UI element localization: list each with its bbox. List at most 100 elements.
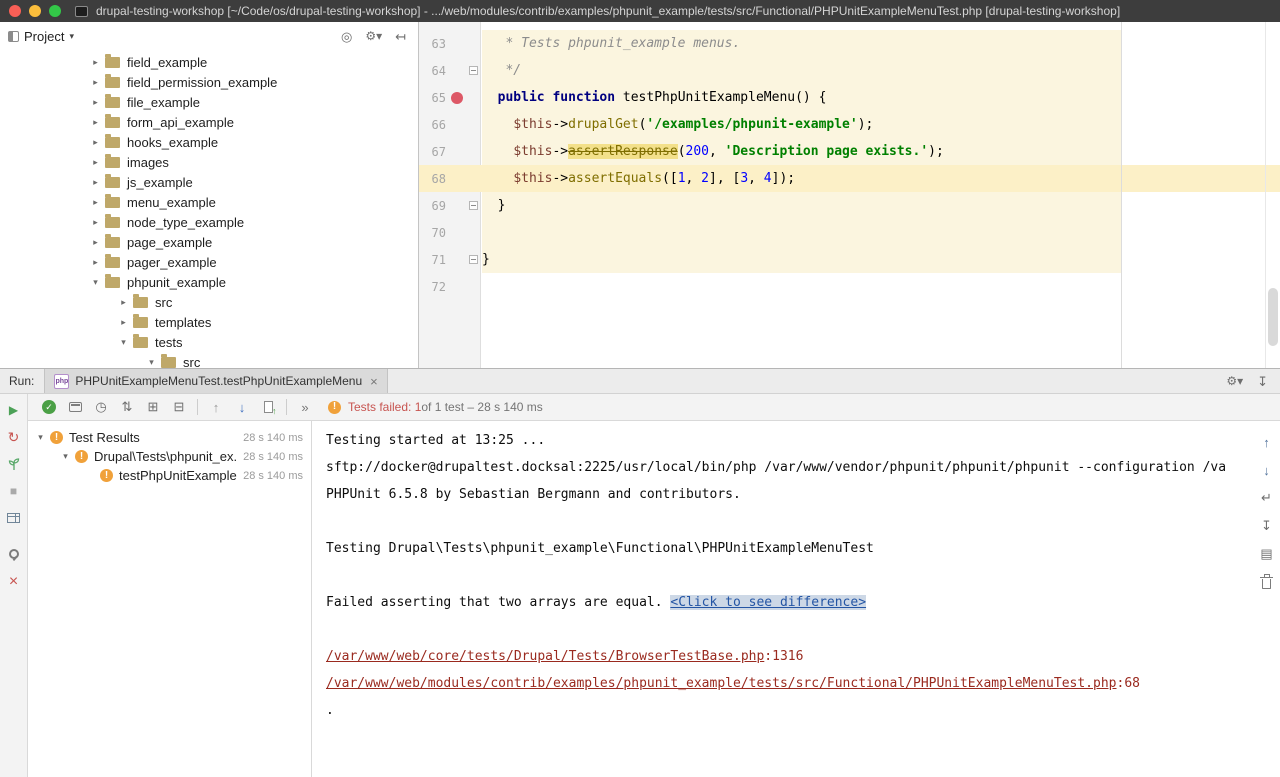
fold-marker-icon[interactable] xyxy=(469,66,478,75)
project-tree-item[interactable]: ▾tests xyxy=(0,332,418,352)
chevron-down-icon[interactable]: ▾ xyxy=(144,357,159,368)
chevron-right-icon[interactable]: ▸ xyxy=(88,257,103,268)
locate-file-icon[interactable]: ◎ xyxy=(341,30,352,43)
test-tree-item[interactable]: ▾Test Results28 s 140 ms xyxy=(28,428,311,447)
clear-all-icon[interactable] xyxy=(1257,573,1277,591)
chevron-right-icon[interactable]: ▸ xyxy=(88,217,103,228)
expand-all-icon[interactable]: ⊞ xyxy=(140,397,166,417)
chevron-right-icon[interactable]: ▸ xyxy=(116,297,131,308)
auto-test-icon[interactable] xyxy=(3,453,25,475)
project-tree-item[interactable]: ▸field_permission_example xyxy=(0,72,418,92)
console-output[interactable]: Testing started at 13:25 ...sftp://docke… xyxy=(312,421,1253,777)
chevron-right-icon[interactable]: ▸ xyxy=(88,77,103,88)
close-window-button[interactable] xyxy=(9,5,21,17)
php-file-icon: php xyxy=(54,374,69,389)
project-panel-title[interactable]: Project xyxy=(24,29,64,44)
scrollbar-thumb[interactable] xyxy=(1268,288,1278,346)
editor-line[interactable]: 68 $this->assertEquals([1, 2], [3, 4]); xyxy=(419,165,1280,192)
editor-line[interactable]: 69 } xyxy=(419,192,1280,219)
gutter-test-marker-icon[interactable] xyxy=(451,92,463,104)
project-item-label: pager_example xyxy=(127,255,217,270)
hide-panel-icon[interactable]: ↤ xyxy=(395,30,406,43)
editor-line[interactable]: 64 */ xyxy=(419,57,1280,84)
export-results-icon[interactable] xyxy=(255,397,281,417)
chevron-down-icon[interactable]: ▾ xyxy=(88,277,103,288)
overflow-icon[interactable]: » xyxy=(292,397,318,417)
editor-line[interactable]: 66 $this->drupalGet('/examples/phpunit-e… xyxy=(419,111,1280,138)
console-link[interactable]: <Click to see difference> xyxy=(670,595,866,610)
chevron-down-icon[interactable]: ▾ xyxy=(116,337,131,348)
chevron-down-icon[interactable]: ▾ xyxy=(69,31,74,42)
close-tab-icon[interactable]: × xyxy=(370,374,378,389)
chevron-right-icon[interactable]: ▸ xyxy=(88,157,103,168)
settings-gear-icon[interactable]: ⚙▾ xyxy=(365,30,382,42)
line-number: 65 xyxy=(424,91,446,105)
test-tree-item[interactable]: testPhpUnitExampleM28 s 140 ms xyxy=(28,466,311,485)
console-link[interactable]: /var/www/web/core/tests/Drupal/Tests/Bro… xyxy=(326,649,764,664)
editor-line[interactable]: 70 xyxy=(419,219,1280,246)
prev-occurrence-icon[interactable]: ↑ xyxy=(203,397,229,417)
pin-icon[interactable] xyxy=(3,544,25,566)
project-tree-item[interactable]: ▸menu_example xyxy=(0,192,418,212)
up-stack-icon[interactable]: ↑ xyxy=(1257,433,1277,451)
show-passed-icon[interactable]: ✓ xyxy=(36,397,62,417)
collapse-all-icon[interactable]: ⊟ xyxy=(166,397,192,417)
fold-marker-icon[interactable] xyxy=(469,255,478,264)
project-tree-item[interactable]: ▸js_example xyxy=(0,172,418,192)
project-tree-item[interactable]: ▸form_api_example xyxy=(0,112,418,132)
chevron-right-icon[interactable]: ▸ xyxy=(88,177,103,188)
settings-gear-icon[interactable]: ⚙▾ xyxy=(1226,375,1243,387)
console-icon[interactable] xyxy=(62,397,88,417)
project-tree-item[interactable]: ▸src xyxy=(0,292,418,312)
scroll-end-icon[interactable]: ↧ xyxy=(1257,517,1277,535)
soft-wrap-icon[interactable]: ↵ xyxy=(1257,489,1277,507)
minimize-window-button[interactable] xyxy=(29,5,41,17)
zoom-window-button[interactable] xyxy=(49,5,61,17)
project-tree-item[interactable]: ▸file_example xyxy=(0,92,418,112)
console-line: /var/www/web/modules/contrib/examples/ph… xyxy=(326,670,1253,697)
console-link[interactable]: /var/www/web/modules/contrib/examples/ph… xyxy=(326,676,1117,691)
project-tree-item[interactable]: ▸templates xyxy=(0,312,418,332)
editor-line[interactable]: 63 * Tests phpunit_example menus. xyxy=(419,30,1280,57)
hide-bottom-icon[interactable]: ↧ xyxy=(1257,375,1268,388)
project-tree-item[interactable]: ▸ pager_example xyxy=(0,252,418,272)
test-name: Test Results xyxy=(69,430,140,445)
sort-by-duration-icon[interactable]: ◷ xyxy=(88,397,114,417)
editor-line[interactable]: 71} xyxy=(419,246,1280,273)
chevron-down-icon[interactable]: ▾ xyxy=(59,451,72,462)
print-icon[interactable]: ▤ xyxy=(1257,545,1277,563)
editor-line[interactable]: 67 $this->assertResponse(200, 'Descripti… xyxy=(419,138,1280,165)
test-tree-item[interactable]: ▾Drupal\Tests\phpunit_ex...28 s 140 ms xyxy=(28,447,311,466)
run-tab[interactable]: php PHPUnitExampleMenuTest.testPhpUnitEx… xyxy=(44,369,387,393)
project-tree-item[interactable]: ▸page_example xyxy=(0,232,418,252)
chevron-right-icon[interactable]: ▸ xyxy=(88,197,103,208)
chevron-right-icon[interactable]: ▸ xyxy=(88,57,103,68)
rerun-failed-icon[interactable]: ↻ xyxy=(3,426,25,448)
chevron-right-icon[interactable]: ▸ xyxy=(88,237,103,248)
rerun-icon[interactable]: ▶ xyxy=(3,399,25,421)
close-icon[interactable]: × xyxy=(3,571,25,593)
project-tree-item[interactable]: ▾src xyxy=(0,352,418,368)
chevron-down-icon[interactable]: ▾ xyxy=(34,432,47,443)
fold-marker-icon[interactable] xyxy=(469,201,478,210)
project-tree-item[interactable]: ▸images xyxy=(0,152,418,172)
editor[interactable]: 63 * Tests phpunit_example menus.64 */65… xyxy=(419,22,1280,368)
project-tree-item[interactable]: ▸node_type_example xyxy=(0,212,418,232)
chevron-right-icon[interactable]: ▸ xyxy=(88,117,103,128)
test-failed-icon xyxy=(50,431,63,444)
chevron-right-icon[interactable]: ▸ xyxy=(116,317,131,328)
stop-icon[interactable]: ■ xyxy=(3,480,25,502)
project-tree-item[interactable]: ▸hooks_example xyxy=(0,132,418,152)
project-tree-item[interactable]: ▾phpunit_example xyxy=(0,272,418,292)
console-line: Testing Drupal\Tests\phpunit_example\Fun… xyxy=(326,535,1253,562)
sort-alpha-icon[interactable]: ⇅ xyxy=(114,397,140,417)
chevron-right-icon[interactable]: ▸ xyxy=(88,97,103,108)
editor-scrollbar[interactable] xyxy=(1265,22,1280,368)
editor-line[interactable]: 65 public function testPhpUnitExampleMen… xyxy=(419,84,1280,111)
chevron-right-icon[interactable]: ▸ xyxy=(88,137,103,148)
next-occurrence-icon[interactable]: ↓ xyxy=(229,397,255,417)
restore-layout-icon[interactable] xyxy=(3,507,25,529)
editor-line[interactable]: 72 xyxy=(419,273,1280,300)
down-stack-icon[interactable]: ↓ xyxy=(1257,461,1277,479)
project-tree-item[interactable]: ▸field_example xyxy=(0,52,418,72)
